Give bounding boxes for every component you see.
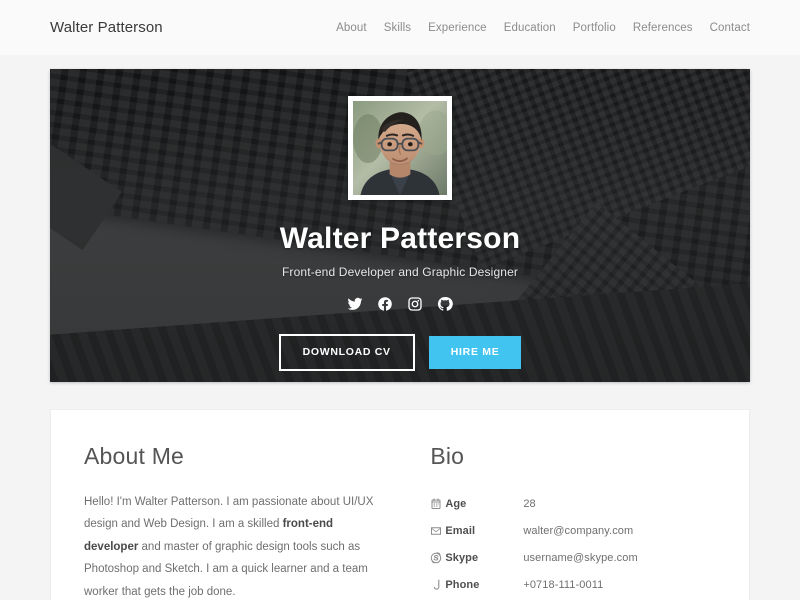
- bio-row-phone: Phone +0718-111-0011: [430, 574, 716, 597]
- bio-label-phone: Phone: [445, 579, 480, 592]
- nav-item-education[interactable]: Education: [504, 22, 556, 34]
- hero-action-buttons: DOWNLOAD CV HIRE ME: [278, 334, 522, 371]
- bio-row-age: Age 28: [430, 493, 716, 516]
- bio-list: Age 28 Email walter@company.com Skype us…: [430, 493, 716, 600]
- nav-item-about[interactable]: About: [336, 22, 367, 34]
- skype-icon: [430, 552, 445, 565]
- about-title: About Me: [84, 443, 185, 469]
- download-cv-button[interactable]: DOWNLOAD CV: [278, 334, 415, 371]
- about-column: About Me Hello! I'm Walter Patterson. I …: [84, 443, 406, 600]
- bio-value-phone: +0718-111-0011: [523, 579, 604, 592]
- hero-wrapper: Walter Patterson Front-end Developer and…: [0, 55, 800, 382]
- bio-label-email: Email: [445, 525, 476, 538]
- hero-banner: Walter Patterson Front-end Developer and…: [50, 69, 750, 382]
- site-header: Walter Patterson About Skills Experience…: [0, 0, 800, 55]
- about-paragraph-1: Hello! I'm Walter Patterson. I am passio…: [84, 491, 384, 600]
- hero-role: Front-end Developer and Graphic Designer: [281, 265, 519, 279]
- hire-me-button[interactable]: HIRE ME: [428, 336, 522, 369]
- phone-icon: [430, 579, 445, 592]
- hero-name: Walter Patterson: [279, 222, 521, 255]
- calendar-icon: [430, 498, 445, 511]
- avatar-photo: [353, 101, 447, 195]
- bio-column: Bio Age 28 Email walter@company.com Skyp…: [406, 443, 716, 600]
- github-icon[interactable]: [437, 296, 453, 312]
- brand-logo[interactable]: Walter Patterson: [50, 19, 163, 36]
- social-links: [347, 296, 453, 312]
- bio-row-skype: Skype username@skype.com: [430, 547, 716, 570]
- about-bio-card: About Me Hello! I'm Walter Patterson. I …: [50, 409, 750, 600]
- nav-item-references[interactable]: References: [633, 22, 693, 34]
- about-card-wrapper: About Me Hello! I'm Walter Patterson. I …: [0, 382, 800, 600]
- bio-title: Bio: [430, 443, 465, 469]
- main-navigation: About Skills Experience Education Portfo…: [336, 22, 750, 34]
- bio-value-skype: username@skype.com: [523, 552, 638, 565]
- nav-item-portfolio[interactable]: Portfolio: [573, 22, 616, 34]
- twitter-icon[interactable]: [347, 296, 363, 312]
- nav-item-skills[interactable]: Skills: [384, 22, 411, 34]
- bio-value-email: walter@company.com: [523, 525, 634, 538]
- nav-item-experience[interactable]: Experience: [428, 22, 487, 34]
- nav-item-contact[interactable]: Contact: [710, 22, 750, 34]
- facebook-icon[interactable]: [377, 296, 393, 312]
- envelope-icon: [430, 525, 445, 538]
- avatar: [348, 96, 452, 200]
- bio-row-email: Email walter@company.com: [430, 520, 716, 543]
- instagram-icon[interactable]: [407, 296, 423, 312]
- bio-label-age: Age: [445, 498, 467, 511]
- hero-content: Walter Patterson Front-end Developer and…: [50, 69, 750, 382]
- bio-value-age: 28: [523, 498, 536, 511]
- bio-label-skype: Skype: [445, 552, 479, 565]
